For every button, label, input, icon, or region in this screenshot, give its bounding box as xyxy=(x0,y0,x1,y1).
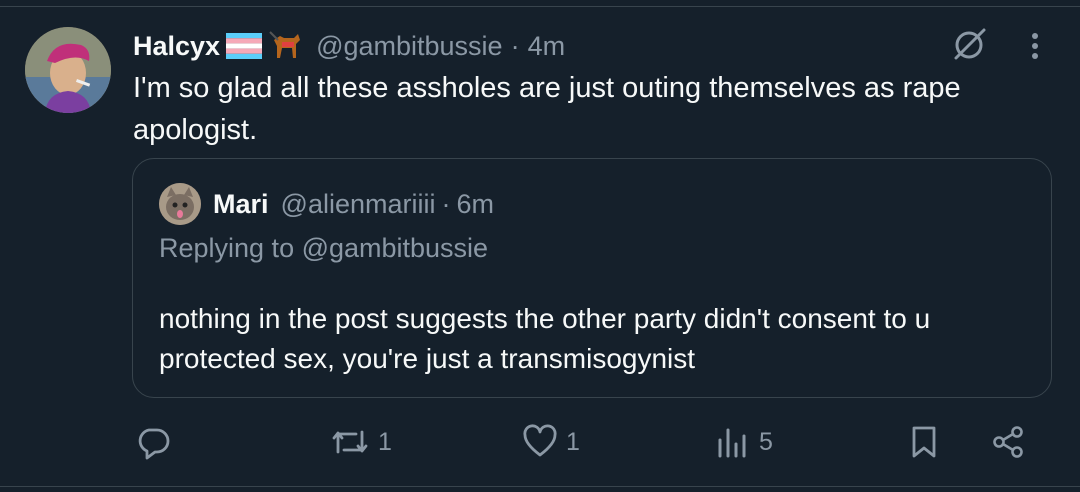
tweet-text: I'm so glad all these assholes are just … xyxy=(133,72,961,146)
bookmark-button[interactable] xyxy=(908,418,940,466)
quoted-tweet-time[interactable]: 6m xyxy=(456,189,494,220)
bottom-divider xyxy=(0,486,1080,487)
retweet-icon xyxy=(330,424,370,460)
share-icon xyxy=(990,424,1026,460)
trans-flag-icon xyxy=(226,33,263,59)
views-count: 5 xyxy=(759,427,773,456)
like-icon xyxy=(522,424,558,460)
replying-to[interactable]: Replying to @gambitbussie xyxy=(159,233,488,264)
retweet-count: 1 xyxy=(378,427,392,456)
quoted-tweet-header: Mari @alienmariiii · 6m xyxy=(213,185,494,223)
reply-icon xyxy=(135,424,171,460)
service-dog-icon xyxy=(268,30,304,62)
share-button[interactable] xyxy=(990,418,1026,466)
author-avatar[interactable] xyxy=(25,27,111,113)
more-icon[interactable] xyxy=(1024,30,1046,62)
bookmark-icon xyxy=(908,424,940,460)
reply-button[interactable] xyxy=(135,418,179,466)
action-bar: 1 1 5 xyxy=(0,418,1080,466)
like-button[interactable]: 1 xyxy=(522,418,580,466)
retweet-button[interactable]: 1 xyxy=(330,418,392,466)
views-icon xyxy=(715,424,751,460)
top-divider xyxy=(0,6,1080,7)
separator-dot: · xyxy=(441,188,451,219)
tweet-time[interactable]: 4m xyxy=(528,31,566,62)
author-name[interactable]: Halcyx xyxy=(133,31,220,62)
quoted-author-avatar[interactable] xyxy=(159,183,201,225)
quoted-tweet-text: nothing in the post suggests the other p… xyxy=(159,303,931,374)
separator-dot: · xyxy=(510,30,520,61)
quoted-author-handle[interactable]: @alienmariiii xyxy=(281,189,436,220)
quoted-tweet[interactable]: Mari @alienmariiii · 6m Replying to @gam… xyxy=(132,158,1052,398)
like-count: 1 xyxy=(566,427,580,456)
tweet-header: Halcyx @gambitbussie · 4m xyxy=(133,26,565,66)
author-handle[interactable]: @gambitbussie xyxy=(316,31,503,62)
views-button[interactable]: 5 xyxy=(715,418,773,466)
grok-icon[interactable] xyxy=(950,26,988,64)
quoted-author-name[interactable]: Mari xyxy=(213,189,269,220)
